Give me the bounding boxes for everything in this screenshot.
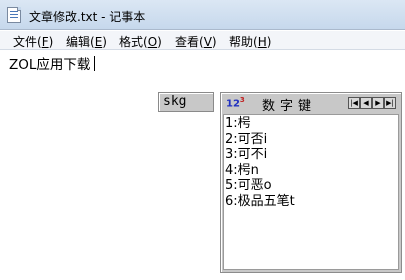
- title-bar[interactable]: 文章修改.txt - 记事本: [0, 0, 405, 30]
- window-title: 文章修改.txt - 记事本: [29, 10, 146, 24]
- first-page-icon[interactable]: |◀: [348, 97, 360, 109]
- candidate-list: 1:枵 2:可否i 3:可不i 4:枵n 5:可恶o 6:极品五笔t: [224, 115, 398, 209]
- candidate-item[interactable]: 1:枵: [225, 116, 398, 132]
- candidate-item[interactable]: 5:可恶o: [225, 178, 398, 194]
- menu-bar: 文件(F) 编辑(E) 格式(O) 查看(V) 帮助(H): [0, 31, 405, 50]
- ime-composition-box: skg: [158, 92, 214, 112]
- ime-composition-text: skg: [163, 94, 187, 109]
- ime-logo-icon: 123: [226, 96, 245, 110]
- ime-title: 数字键: [262, 99, 317, 114]
- candidate-item[interactable]: 3:可不i: [225, 147, 398, 163]
- candidate-list-area: 1:枵 2:可否i 3:可不i 4:枵n 5:可恶o 6:极品五笔t: [223, 114, 399, 270]
- editor-content[interactable]: ZOL应用下载: [9, 53, 96, 73]
- menu-edit[interactable]: 编辑(E): [66, 33, 107, 50]
- menu-format[interactable]: 格式(O): [119, 33, 162, 50]
- candidate-item[interactable]: 2:可否i: [225, 132, 398, 148]
- next-page-icon[interactable]: ▶: [372, 97, 384, 109]
- menu-file[interactable]: 文件(F): [13, 33, 53, 50]
- last-page-icon[interactable]: ▶|: [384, 97, 396, 109]
- menu-help[interactable]: 帮助(H): [229, 33, 271, 50]
- ime-candidate-window[interactable]: 123 数字键 |◀ ◀ ▶ ▶| 1:枵 2:可否i 3:可不i 4:枵n 5…: [220, 92, 402, 273]
- prev-page-icon[interactable]: ◀: [360, 97, 372, 109]
- candidate-item[interactable]: 4:枵n: [225, 163, 398, 179]
- candidate-item[interactable]: 6:极品五笔t: [225, 194, 398, 210]
- menu-view[interactable]: 查看(V): [175, 33, 217, 50]
- editor-text: ZOL应用下载: [9, 57, 91, 73]
- notepad-icon: [7, 7, 21, 23]
- text-caret: [94, 56, 96, 71]
